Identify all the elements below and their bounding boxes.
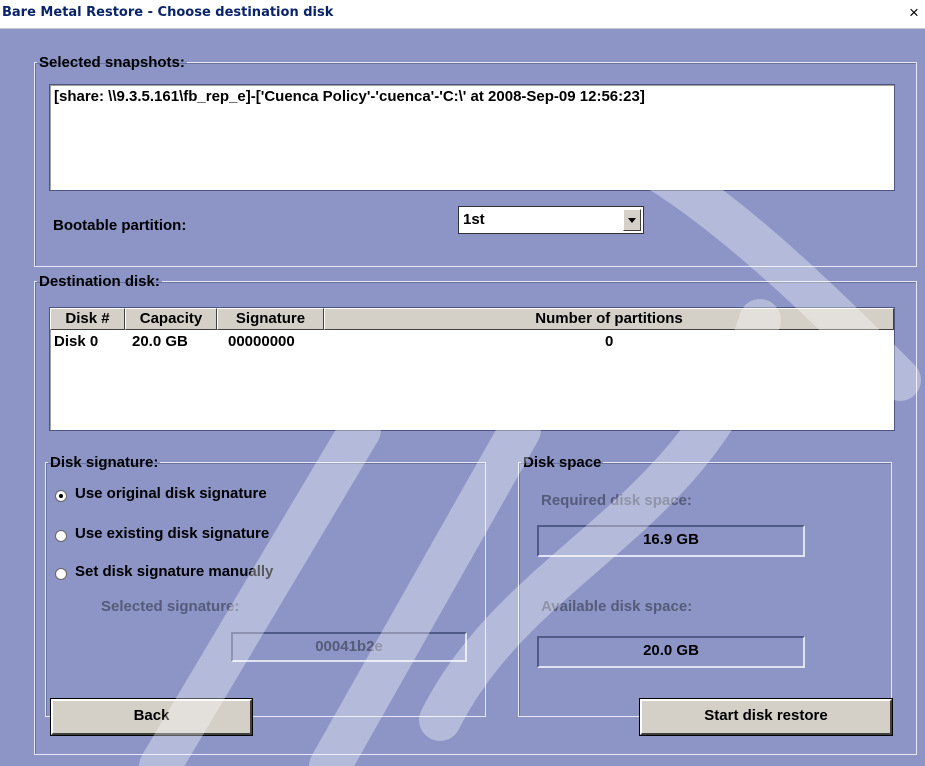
disk-table[interactable]: Disk # Capacity Signature Number of part… (49, 307, 895, 431)
row-signature-cell: 00000000 (228, 333, 295, 350)
dialog-body: Selected snapshots: [share: \\9.3.5.161\… (0, 29, 925, 766)
required-space-field: 16.9 GB (537, 525, 805, 557)
row-partitions-cell: 0 (605, 333, 614, 350)
option-manual-signature-label[interactable]: Set disk signature manually (75, 563, 273, 580)
selected-snapshots-legend: Selected snapshots: (39, 54, 185, 71)
bootable-partition-label: Bootable partition: (53, 217, 187, 234)
destination-disk-legend: Destination disk: (39, 273, 160, 290)
radio-existing-signature[interactable] (55, 530, 67, 542)
chevron-down-icon[interactable] (623, 209, 641, 231)
window-title: Bare Metal Restore - Choose destination … (2, 5, 334, 20)
option-original-signature-label[interactable]: Use original disk signature (75, 485, 267, 502)
column-header-disk[interactable]: Disk # (50, 308, 125, 330)
column-header-capacity[interactable]: Capacity (125, 308, 217, 330)
start-disk-restore-button[interactable]: Start disk restore (639, 698, 893, 736)
row-disk-cell: Disk 0 (54, 333, 99, 350)
disk-signature-legend: Disk signature: (50, 454, 159, 471)
back-button[interactable]: Back (50, 698, 253, 736)
available-space-label: Available disk space: (541, 598, 693, 615)
bootable-partition-value: 1st (463, 211, 485, 228)
close-icon[interactable]: × (903, 2, 925, 24)
title-bar: Bare Metal Restore - Choose destination … (0, 0, 925, 29)
option-existing-signature-label[interactable]: Use existing disk signature (75, 525, 269, 542)
bootable-partition-select[interactable]: 1st (458, 206, 644, 234)
available-space-field: 20.0 GB (537, 636, 805, 668)
row-capacity-cell: 20.0 GB (132, 333, 188, 350)
selected-signature-label: Selected signature: (101, 598, 240, 615)
snapshots-list[interactable]: [share: \\9.3.5.161\fb_rep_e]-['Cuenca P… (49, 84, 895, 191)
radio-manual-signature[interactable] (55, 568, 67, 580)
radio-original-signature[interactable] (55, 490, 67, 502)
column-header-partitions[interactable]: Number of partitions (324, 308, 894, 330)
column-header-signature[interactable]: Signature (217, 308, 324, 330)
snapshot-item[interactable]: [share: \\9.3.5.161\fb_rep_e]-['Cuenca P… (54, 88, 645, 105)
disk-space-legend: Disk space (523, 454, 602, 471)
required-space-label: Required disk space: (541, 492, 692, 509)
selected-signature-field[interactable]: 00041b2e (231, 632, 467, 662)
table-row[interactable]: Disk 0 20.0 GB 00000000 0 (50, 331, 894, 353)
